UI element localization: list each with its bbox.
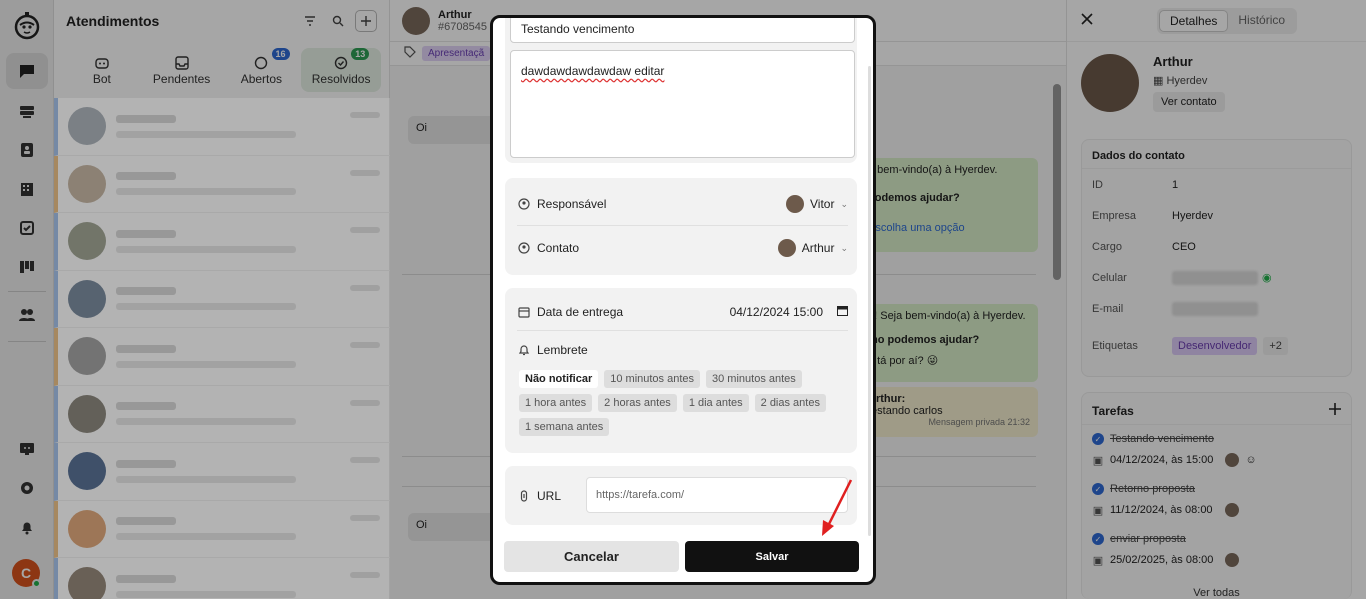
annotation-arrow-icon: [822, 479, 853, 536]
